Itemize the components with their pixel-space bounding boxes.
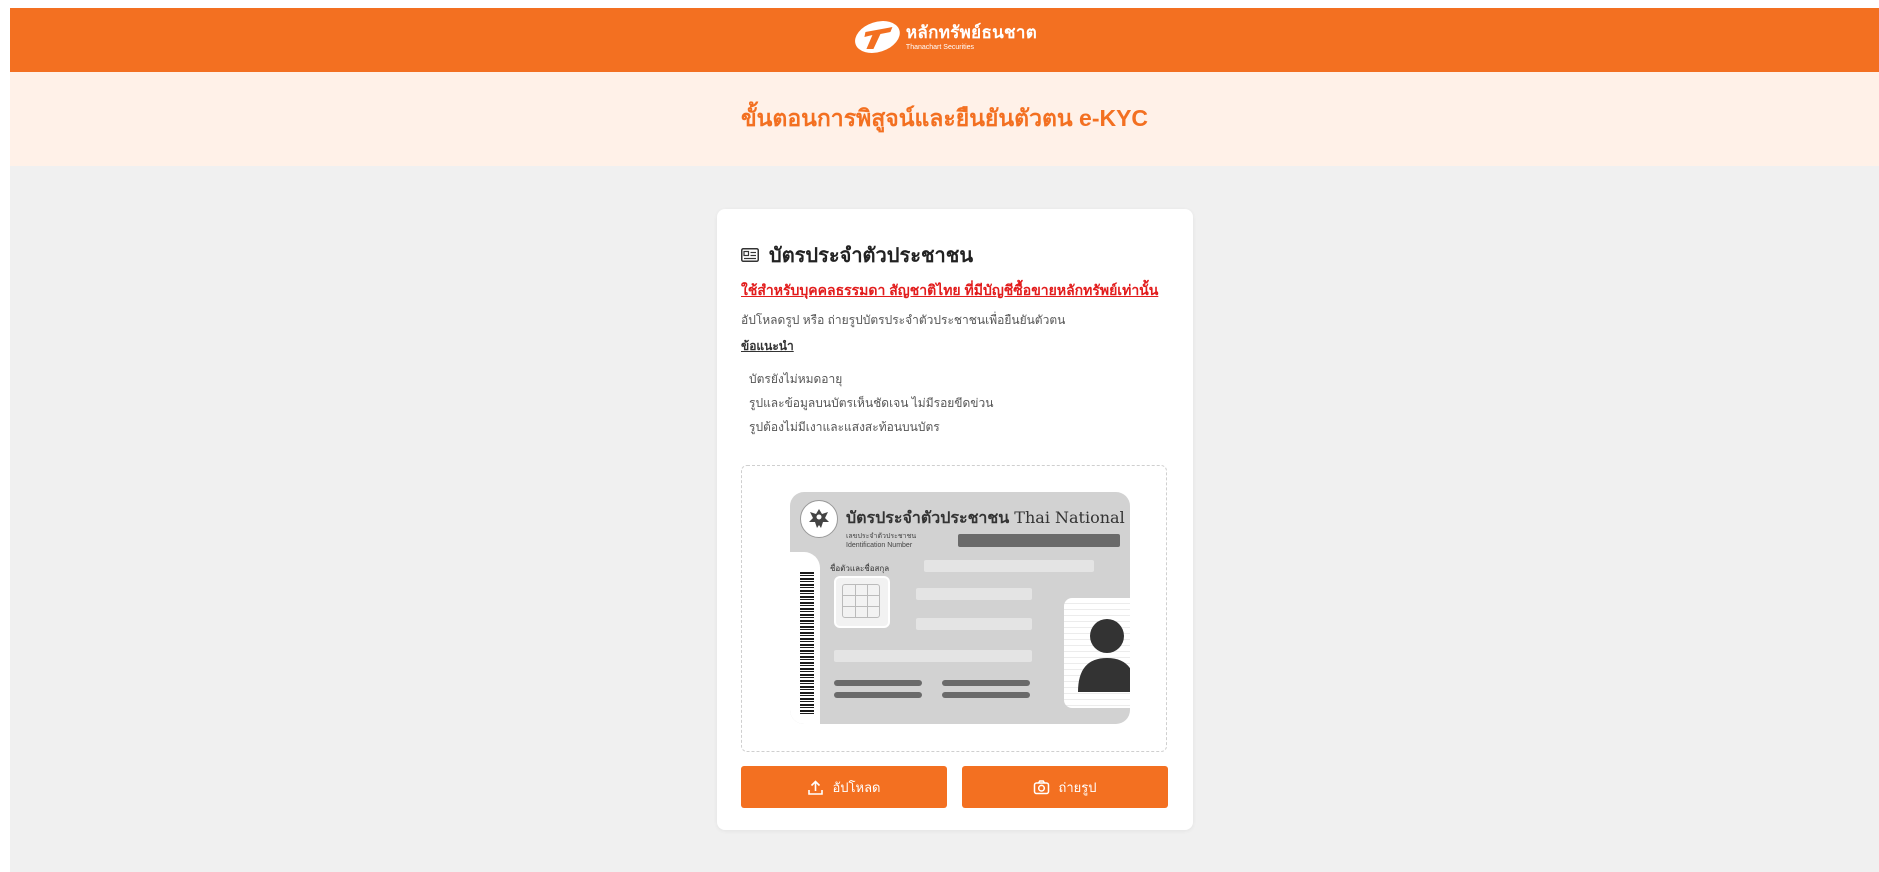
eligibility-warning-link[interactable]: ใช้สำหรับบุคคลธรรมดา สัญชาติไทย ที่มีบัญ… — [741, 280, 1158, 302]
id-number-label-th: เลขประจำตัวประชาชน — [846, 533, 917, 540]
tip-item: รูปต้องไม่มีเงาและแสงสะท้อนบนบัตร — [749, 420, 940, 434]
id-number-placeholder — [958, 534, 1120, 547]
sample-card-title-th: บัตรประจำตัวประชาชน — [846, 508, 1010, 527]
tip-item: รูปและข้อมูลบนบัตรเห็นชัดเจน ไม่มีรอยขีด… — [749, 396, 994, 410]
id-card-icon — [741, 248, 759, 262]
id-card-upload-card: บัตรประจำตัวประชาชน ใช้สำหรับบุคคลธรรมดา… — [717, 209, 1193, 830]
take-photo-button-label: ถ่ายรูป — [1058, 779, 1097, 795]
upload-button[interactable]: อัปโหลด — [741, 766, 947, 808]
card-title: บัตรประจำตัวประชาชน — [769, 245, 974, 267]
upload-description: อัปโหลดรูป หรือ ถ่ายรูปบัตรประจำตัวประชา… — [741, 313, 1066, 327]
tips-list: บัตรยังไม่หมดอายุ รูปและข้อมูลบนบัตรเห็น… — [749, 370, 993, 442]
chip-graphic — [834, 576, 890, 628]
garuda-emblem-icon — [800, 500, 838, 538]
title-bar: ขั้นตอนการพิสูจน์และยืนยันตัวตน e-KYC — [10, 72, 1879, 166]
brand-logo[interactable]: หลักทรัพย์ธนชาต Thanachart Securities — [852, 17, 1037, 57]
page-frame: หลักทรัพย์ธนชาต Thanachart Securities ขั… — [10, 8, 1879, 872]
camera-icon — [1034, 779, 1050, 794]
thanachart-logo-icon — [854, 21, 900, 53]
placeholder-line — [942, 692, 1030, 698]
placeholder-line — [924, 560, 1094, 572]
name-label: ชื่อตัวและชื่อสกุล — [830, 564, 890, 573]
placeholder-line — [916, 618, 1032, 630]
card-header: บัตรประจำตัวประชาชน — [741, 239, 973, 271]
barcode-graphic — [800, 572, 814, 716]
top-bar: หลักทรัพย์ธนชาต Thanachart Securities — [10, 8, 1879, 72]
placeholder-line — [916, 588, 1032, 600]
sample-card-title-en: Thai National ID Card — [1014, 508, 1130, 527]
brand-name-th: หลักทรัพย์ธนชาต — [905, 22, 1038, 42]
take-photo-button[interactable]: ถ่ายรูป — [962, 766, 1168, 808]
placeholder-line — [834, 692, 922, 698]
sample-card-title: บัตรประจำตัวประชาชน Thai National ID Car… — [846, 506, 1130, 531]
upload-button-label: อัปโหลด — [832, 779, 881, 795]
sample-id-card-image: บัตรประจำตัวประชาชน Thai National ID Car… — [790, 492, 1130, 724]
placeholder-line — [834, 650, 1032, 662]
tips-heading: ข้อแนะนำ — [741, 339, 794, 353]
placeholder-line — [834, 680, 922, 686]
image-dropzone[interactable]: บัตรประจำตัวประชาชน Thai National ID Car… — [741, 465, 1167, 752]
placeholder-line — [942, 680, 1030, 686]
tip-item: บัตรยังไม่หมดอายุ — [749, 372, 843, 386]
id-number-label: เลขประจำตัวประชาชน Identification Number — [846, 532, 916, 550]
brand-name-en: Thanachart Securities — [905, 43, 975, 51]
upload-icon — [808, 779, 824, 795]
person-silhouette-icon — [1078, 619, 1130, 692]
photo-placeholder — [1064, 598, 1130, 708]
id-number-label-en: Identification Number — [846, 542, 913, 549]
page-title: ขั้นตอนการพิสูจน์และยืนยันตัวตน e-KYC — [740, 105, 1149, 131]
